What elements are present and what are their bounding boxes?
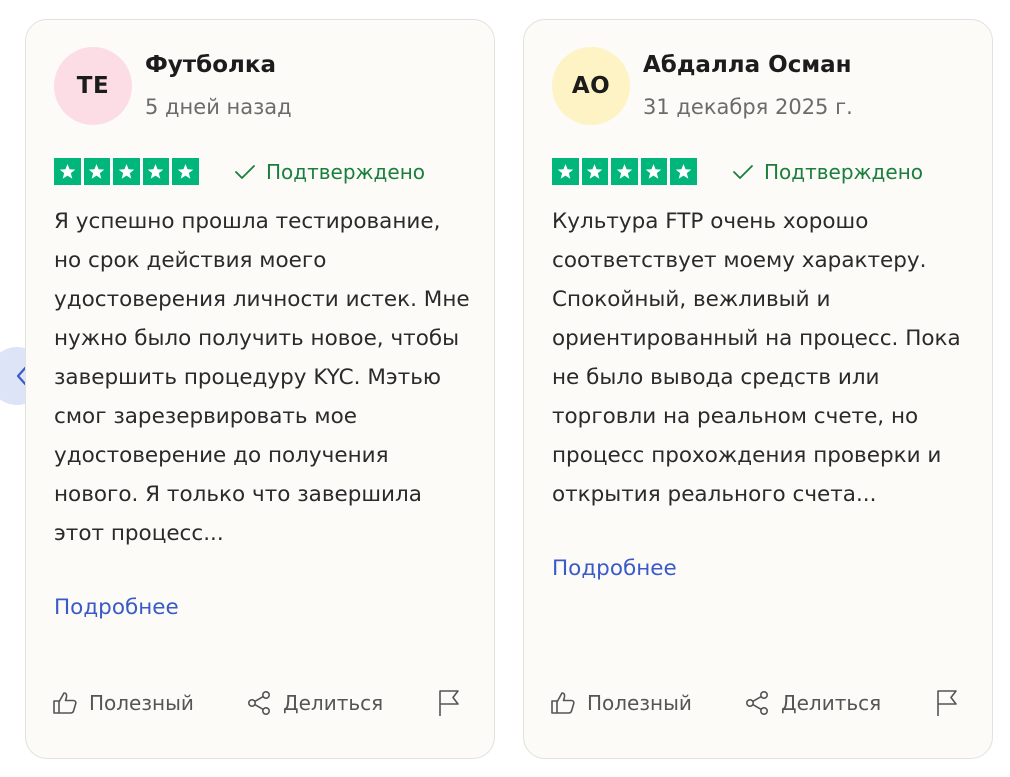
flag-icon [937, 690, 957, 716]
avatar: TE [54, 47, 132, 125]
share-icon [745, 690, 768, 715]
star-icon [552, 158, 579, 185]
read-more-link[interactable]: Подробнее [552, 556, 677, 581]
share-button[interactable]: Делиться [744, 685, 881, 721]
checkmark-icon [235, 165, 255, 179]
review-actions: Полезный Делиться [52, 685, 472, 721]
star-icon [670, 158, 697, 185]
star-rating [54, 158, 199, 185]
helpful-label: Полезный [587, 691, 692, 715]
share-button[interactable]: Делиться [246, 685, 383, 721]
flag-icon [439, 690, 459, 716]
share-icon [247, 690, 270, 715]
verified-label: Подтверждено [764, 160, 924, 184]
star-icon [142, 158, 169, 185]
star-icon [640, 158, 667, 185]
star-icon [113, 158, 140, 185]
read-more-link[interactable]: Подробнее [54, 595, 179, 620]
review-date: 5 дней назад [145, 95, 292, 119]
avatar: АО [552, 47, 630, 125]
helpful-button[interactable]: Полезный [550, 685, 692, 721]
reviewer-name[interactable]: Абдалла Осман [643, 52, 852, 78]
star-icon [54, 158, 81, 185]
star-icon [172, 158, 199, 185]
helpful-button[interactable]: Полезный [52, 685, 194, 721]
review-text: Культура FTP очень хорошо соответствует … [552, 209, 961, 507]
checkmark-icon [733, 165, 753, 179]
report-button[interactable] [436, 685, 462, 721]
verified-badge: Подтверждено [234, 158, 425, 186]
helpful-label: Полезный [89, 691, 194, 715]
verified-label: Подтверждено [266, 160, 426, 184]
review-date: 31 декабря 2025 г. [643, 95, 853, 119]
report-button[interactable] [934, 685, 960, 721]
thumbs-up-icon [53, 692, 77, 714]
star-icon [83, 158, 110, 185]
review-card: АО Абдалла Осман 31 декабря 2025 г. Подт… [523, 19, 993, 759]
star-icon [581, 158, 608, 185]
share-label: Делиться [781, 691, 882, 715]
review-actions: Полезный Делиться [550, 685, 970, 721]
share-label: Делиться [283, 691, 384, 715]
thumbs-up-icon [551, 692, 575, 714]
verified-badge: Подтверждено [732, 158, 923, 186]
review-card: TE Футболка 5 дней назад Подтверждено Я … [25, 19, 495, 759]
review-text: Я успешно прошла тестирование, но срок д… [54, 209, 470, 546]
star-icon [611, 158, 638, 185]
star-rating [552, 158, 697, 185]
reviewer-name[interactable]: Футболка [145, 52, 276, 78]
